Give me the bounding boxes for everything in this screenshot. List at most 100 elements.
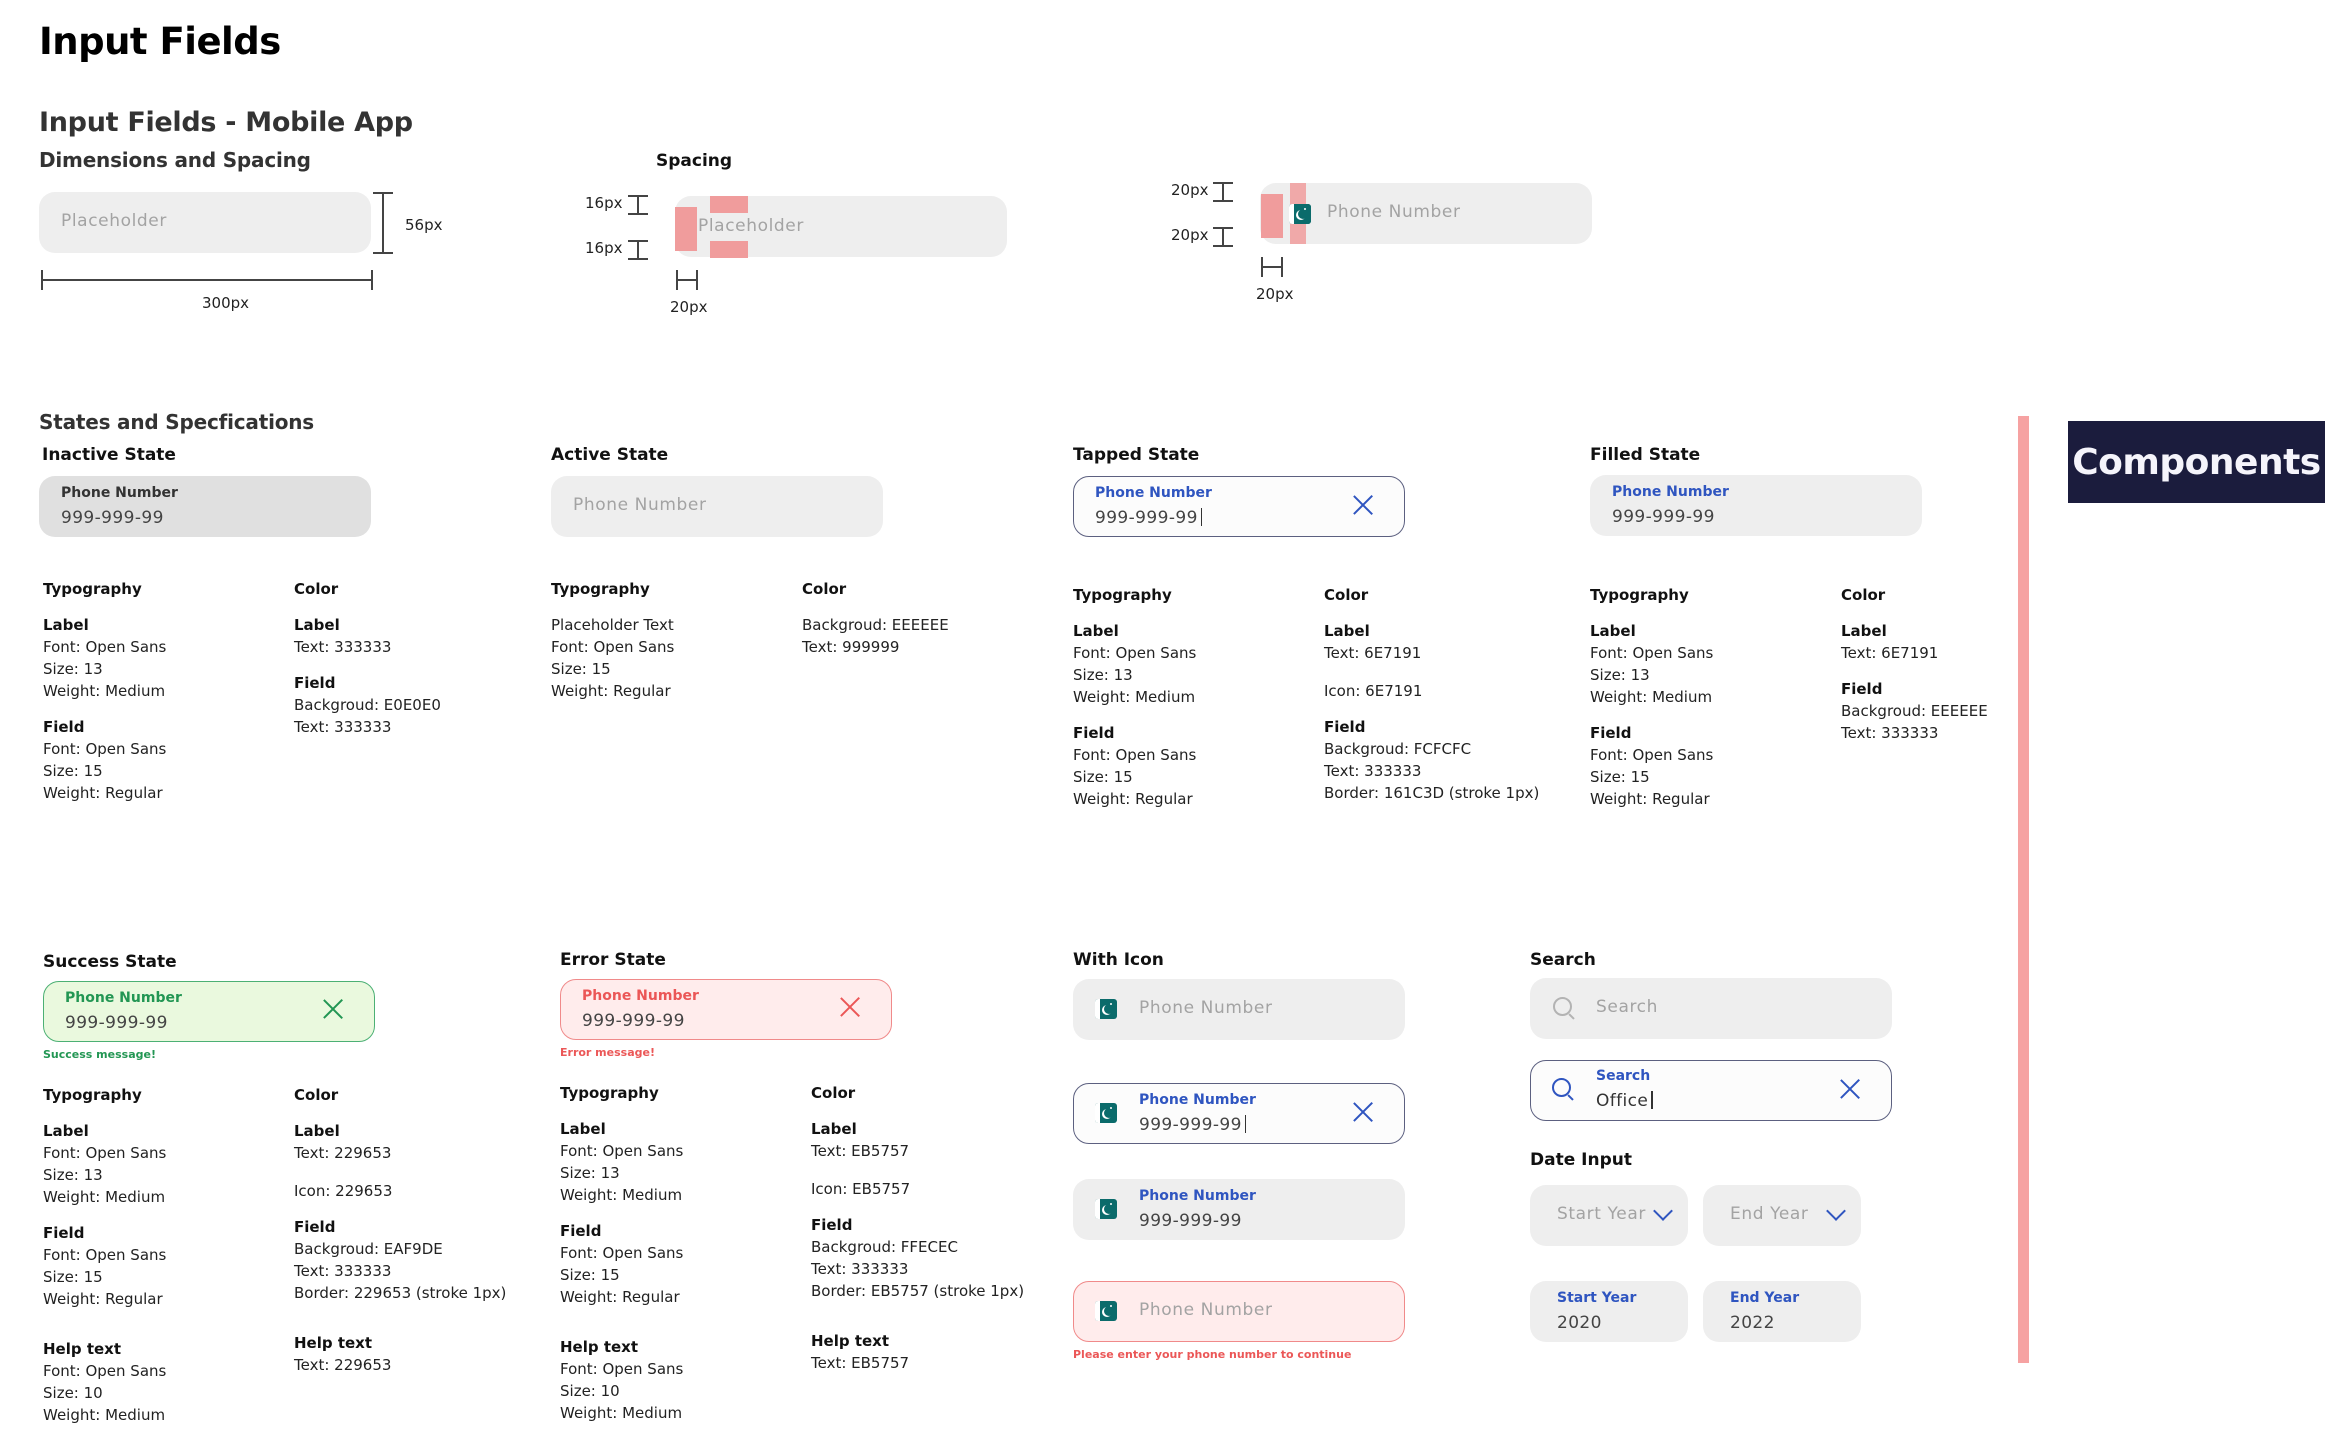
with-icon-title: With Icon — [1073, 950, 1164, 970]
spec-line: Backgroud: FCFCFC — [1324, 740, 1472, 758]
section-divider — [2018, 416, 2029, 1363]
spec-heading: Color — [294, 1086, 339, 1104]
icon-phone-field-empty[interactable]: Phone Number — [1073, 979, 1405, 1040]
search-placeholder: Search — [1596, 997, 1659, 1017]
clear-icon[interactable] — [322, 998, 344, 1020]
search-field-empty[interactable]: Search — [1530, 978, 1892, 1039]
end-year-filled[interactable]: End Year 2022 — [1703, 1281, 1861, 1342]
spec-line: Weight: Medium — [43, 1406, 166, 1424]
spec-line: Font: Open Sans — [551, 638, 675, 656]
spec-line: Font: Open Sans — [1073, 746, 1197, 764]
error-phone-field[interactable]: Phone Number 999-999-99 — [560, 979, 892, 1040]
active-state-title: Active State — [551, 445, 669, 465]
top-spacing-label: 16px — [585, 194, 623, 212]
start-year-filled[interactable]: Start Year 2020 — [1530, 1281, 1688, 1342]
spec-subheading: Field — [1073, 724, 1115, 742]
spec-subheading: Field — [1841, 680, 1883, 698]
spec-heading: Typography — [1073, 586, 1172, 604]
spec-heading: Color — [1841, 586, 1886, 604]
spec-line: Weight: Medium — [1590, 688, 1713, 706]
field-value: 999-999-99 — [582, 1011, 685, 1031]
icon-phone-field-filled[interactable]: Phone Number 999-999-99 — [1073, 1179, 1405, 1240]
spec-line: Text: 6E7191 — [1324, 644, 1422, 662]
field-label: Phone Number — [1139, 1092, 1256, 1108]
bottom-spacing-label: 16px — [585, 239, 623, 257]
icon-left-spacing-marker — [1261, 257, 1283, 277]
spec-line: Font: Open Sans — [43, 638, 167, 656]
icon-phone-field-error[interactable]: Phone Number — [1073, 1281, 1405, 1342]
field-value: 999-999-99 — [1095, 508, 1198, 528]
spec-line: Weight: Regular — [43, 1290, 163, 1308]
clear-icon[interactable] — [1352, 1101, 1374, 1123]
spec-line: Font: Open Sans — [1590, 746, 1714, 764]
spec-line: Weight: Regular — [43, 784, 163, 802]
spec-line: Icon: EB5757 — [811, 1180, 911, 1198]
active-typography-spec: Typography Placeholder Text Font: Open San… — [551, 578, 674, 702]
spec-heading: Typography — [43, 580, 142, 598]
icon-phone-field-tapped[interactable]: Phone Number 999-999-99 — [1073, 1083, 1405, 1144]
filled-phone-field[interactable]: Phone Number 999-999-99 — [1590, 475, 1922, 536]
end-year-value: 2022 — [1730, 1313, 1775, 1333]
left-spacing-marker — [676, 270, 698, 290]
search-field-active[interactable]: Search Office — [1530, 1060, 1892, 1121]
spec-line: Font: Open Sans — [43, 1362, 167, 1380]
spec-heading: Typography — [560, 1084, 659, 1102]
spec-subheading: Help text — [294, 1334, 373, 1352]
spec-line: Size: 15 — [1590, 768, 1650, 786]
field-label: Phone Number — [1095, 485, 1212, 501]
field-placeholder: Phone Number — [1139, 998, 1273, 1018]
width-marker — [41, 270, 373, 290]
spec-line: Backgroud: E0E0E0 — [294, 696, 441, 714]
pakistan-flag-icon — [1095, 1103, 1117, 1123]
chevron-down-icon — [1653, 1201, 1673, 1221]
clear-icon[interactable] — [1352, 494, 1374, 516]
bottom-padding-marker — [710, 241, 748, 258]
spec-line: Text: 333333 — [294, 718, 392, 736]
spec-line: Border: 161C3D (stroke 1px) — [1324, 784, 1540, 802]
left-padding-marker — [675, 207, 697, 251]
spec-line: Font: Open Sans — [43, 1144, 167, 1162]
spec-line: Text: 6E7191 — [1841, 644, 1939, 662]
clear-icon[interactable] — [839, 996, 861, 1018]
field-label: Phone Number — [61, 485, 178, 501]
spec-line: Text: EB5757 — [811, 1142, 910, 1160]
field-placeholder: Phone Number — [573, 495, 707, 515]
date-input-title: Date Input — [1530, 1150, 1632, 1170]
spec-heading: Typography — [43, 1086, 142, 1104]
bottom-spacing-marker — [628, 240, 648, 260]
end-year-select[interactable]: End Year — [1703, 1185, 1861, 1246]
spec-line: Size: 13 — [43, 660, 103, 678]
error-typography-spec: Typography Label Font: Open Sans Size: 13 We… — [560, 1082, 683, 1424]
spec-subheading: Field — [811, 1216, 853, 1234]
tapped-phone-field[interactable]: Phone Number 999-999-99 — [1073, 476, 1405, 537]
inactive-typography-spec: Typography Label Font: Open Sans Size: 13 We… — [43, 578, 166, 804]
inactive-phone-field[interactable]: Phone Number 999-999-99 — [39, 476, 371, 537]
search-icon — [1552, 1078, 1574, 1101]
spec-heading: Color — [1324, 586, 1369, 604]
field-value: 999-999-99 — [1139, 1211, 1242, 1231]
spec-line: Weight: Medium — [43, 682, 166, 700]
field-label: Phone Number — [65, 990, 182, 1006]
field-label: Phone Number — [582, 988, 699, 1004]
spec-line: Weight: Regular — [1590, 790, 1710, 808]
spec-subheading: Label — [1841, 622, 1887, 640]
spec-line: Icon: 229653 — [294, 1182, 393, 1200]
success-typography-spec: Typography Label Font: Open Sans Size: 13 We… — [43, 1084, 166, 1426]
spec-line: Size: 10 — [43, 1384, 103, 1402]
field-value: 999-999-99 — [61, 508, 164, 528]
spec-line: Size: 15 — [43, 762, 103, 780]
start-year-select[interactable]: Start Year — [1530, 1185, 1688, 1246]
success-state-title: Success State — [43, 952, 177, 972]
spec-line: Text: 229653 — [294, 1356, 392, 1374]
active-phone-field[interactable]: Phone Number — [551, 476, 883, 537]
search-icon — [1553, 997, 1575, 1020]
spec-line: Text: EB5757 — [811, 1354, 910, 1372]
success-phone-field[interactable]: Phone Number 999-999-99 — [43, 981, 375, 1042]
success-help-text: Success message! — [43, 1048, 156, 1061]
clear-icon[interactable] — [1839, 1078, 1861, 1100]
spec-line: Font: Open Sans — [43, 1246, 167, 1264]
field-placeholder: Phone Number — [1139, 1300, 1273, 1320]
start-year-value: 2020 — [1557, 1313, 1602, 1333]
dimensions-title: Dimensions and Spacing — [39, 148, 311, 172]
height-marker — [373, 192, 393, 254]
